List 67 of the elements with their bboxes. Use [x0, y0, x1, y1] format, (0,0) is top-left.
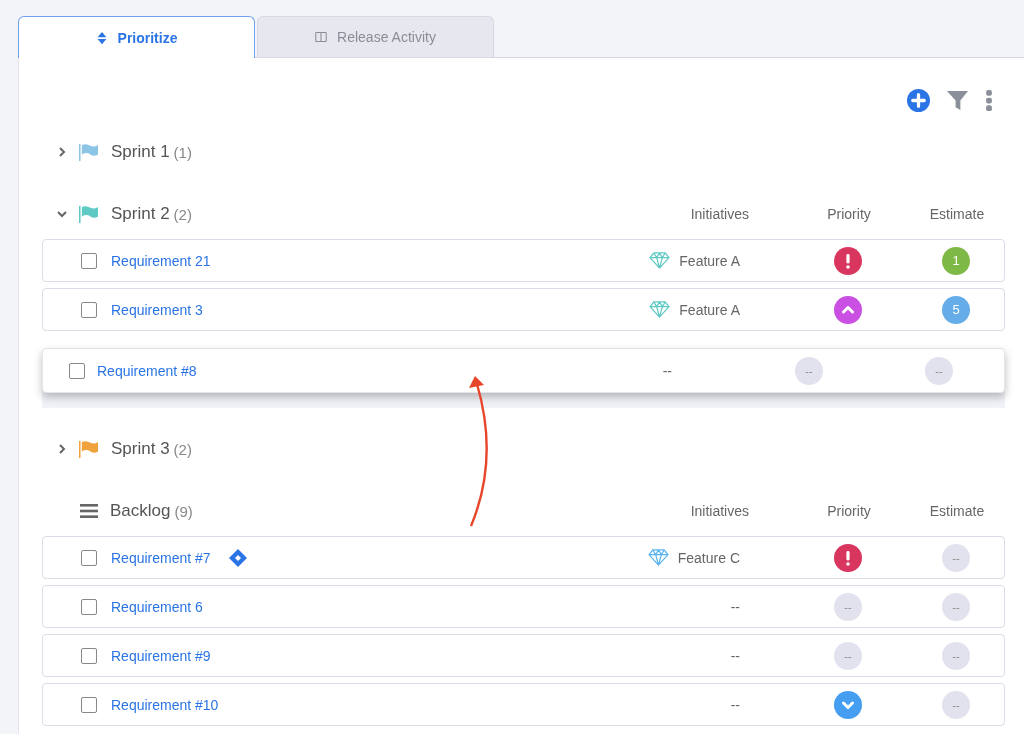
initiative-label: Feature A [679, 252, 740, 269]
checkbox[interactable] [69, 362, 85, 379]
estimate-badge[interactable]: -- [925, 356, 953, 385]
group-count: (2) [173, 440, 192, 458]
requirement-link[interactable]: Requirement #7 [111, 549, 211, 566]
exclamation-badge-icon[interactable] [834, 246, 862, 275]
column-header: Initiatives [689, 503, 750, 519]
tab[interactable]: Release Activity [257, 16, 494, 57]
estimate-badge[interactable]: -- [942, 543, 970, 572]
requirement-link[interactable]: Requirement 21 [111, 252, 211, 269]
column-header: Priority [826, 503, 872, 519]
estimate-badge[interactable]: -- [942, 592, 970, 621]
requirement-link[interactable]: Requirement #10 [111, 696, 219, 713]
requirement-row[interactable]: Requirement 3 Feature A 5 [42, 288, 1005, 331]
requirement-link[interactable]: Requirement 3 [111, 301, 203, 318]
initiative-label: Feature A [679, 301, 740, 318]
group-title[interactable]: Sprint 3 [111, 439, 170, 459]
group-count: (1) [173, 143, 192, 161]
requirement-link[interactable]: Requirement #8 [97, 362, 197, 379]
initiative-label: -- [662, 362, 672, 379]
filter-icon[interactable] [946, 88, 969, 112]
checkbox[interactable] [81, 549, 97, 566]
estimate-badge[interactable]: -- [942, 641, 970, 670]
priority-badge[interactable]: -- [795, 356, 823, 385]
group-count: (9) [174, 502, 193, 520]
dragged-requirement-row[interactable]: Requirement #8 -- -- -- [42, 348, 1005, 393]
initiative-label: -- [730, 696, 740, 713]
requirement-link[interactable]: Requirement #9 [111, 647, 211, 664]
add-icon[interactable] [907, 88, 930, 112]
column-header: Estimate [928, 503, 986, 519]
more-options-icon[interactable] [985, 88, 993, 112]
checkbox[interactable] [81, 696, 97, 713]
priority-badge[interactable]: -- [834, 641, 862, 670]
chevron-up-badge-icon[interactable] [834, 295, 862, 324]
chevron-down-badge-icon[interactable] [834, 690, 862, 719]
requirement-row[interactable]: Requirement 21 Feature A 1 [42, 239, 1005, 282]
requirement-row[interactable]: Requirement #7 Feature C -- [42, 536, 1005, 579]
exclamation-badge-icon[interactable] [834, 543, 862, 572]
sort-icon [95, 30, 108, 45]
chevron-down-icon[interactable] [56, 208, 68, 220]
estimate-badge[interactable]: 1 [942, 246, 970, 275]
checkbox[interactable] [81, 301, 97, 318]
group-count: (2) [173, 205, 192, 223]
estimate-badge[interactable]: -- [942, 690, 970, 719]
column-header: Initiatives [689, 206, 750, 222]
column-header: Estimate [928, 206, 986, 222]
menu-icon [80, 504, 98, 518]
priority-badge[interactable]: -- [834, 592, 862, 621]
requirement-row[interactable]: Requirement #9 -- -- -- [42, 634, 1005, 677]
chevron-right-icon[interactable] [56, 146, 68, 158]
group-title[interactable]: Sprint 1 [111, 142, 170, 162]
tab[interactable]: Prioritize [18, 16, 255, 58]
checkbox[interactable] [81, 598, 97, 615]
initiative-label: -- [730, 598, 740, 615]
initiative-label: Feature C [677, 549, 740, 566]
group-title[interactable]: Backlog [110, 501, 171, 521]
column-header: Priority [826, 206, 872, 222]
requirement-row[interactable]: Requirement #10 -- -- [42, 683, 1005, 726]
initiative-label: -- [730, 647, 740, 664]
columns-icon [315, 30, 328, 44]
estimate-badge[interactable]: 5 [942, 295, 970, 324]
checkbox[interactable] [81, 647, 97, 664]
checkbox[interactable] [81, 252, 97, 269]
requirement-row[interactable]: Requirement 6 -- -- -- [42, 585, 1005, 628]
chevron-right-icon[interactable] [56, 443, 68, 455]
requirement-link[interactable]: Requirement 6 [111, 598, 203, 615]
group-title[interactable]: Sprint 2 [111, 204, 170, 224]
